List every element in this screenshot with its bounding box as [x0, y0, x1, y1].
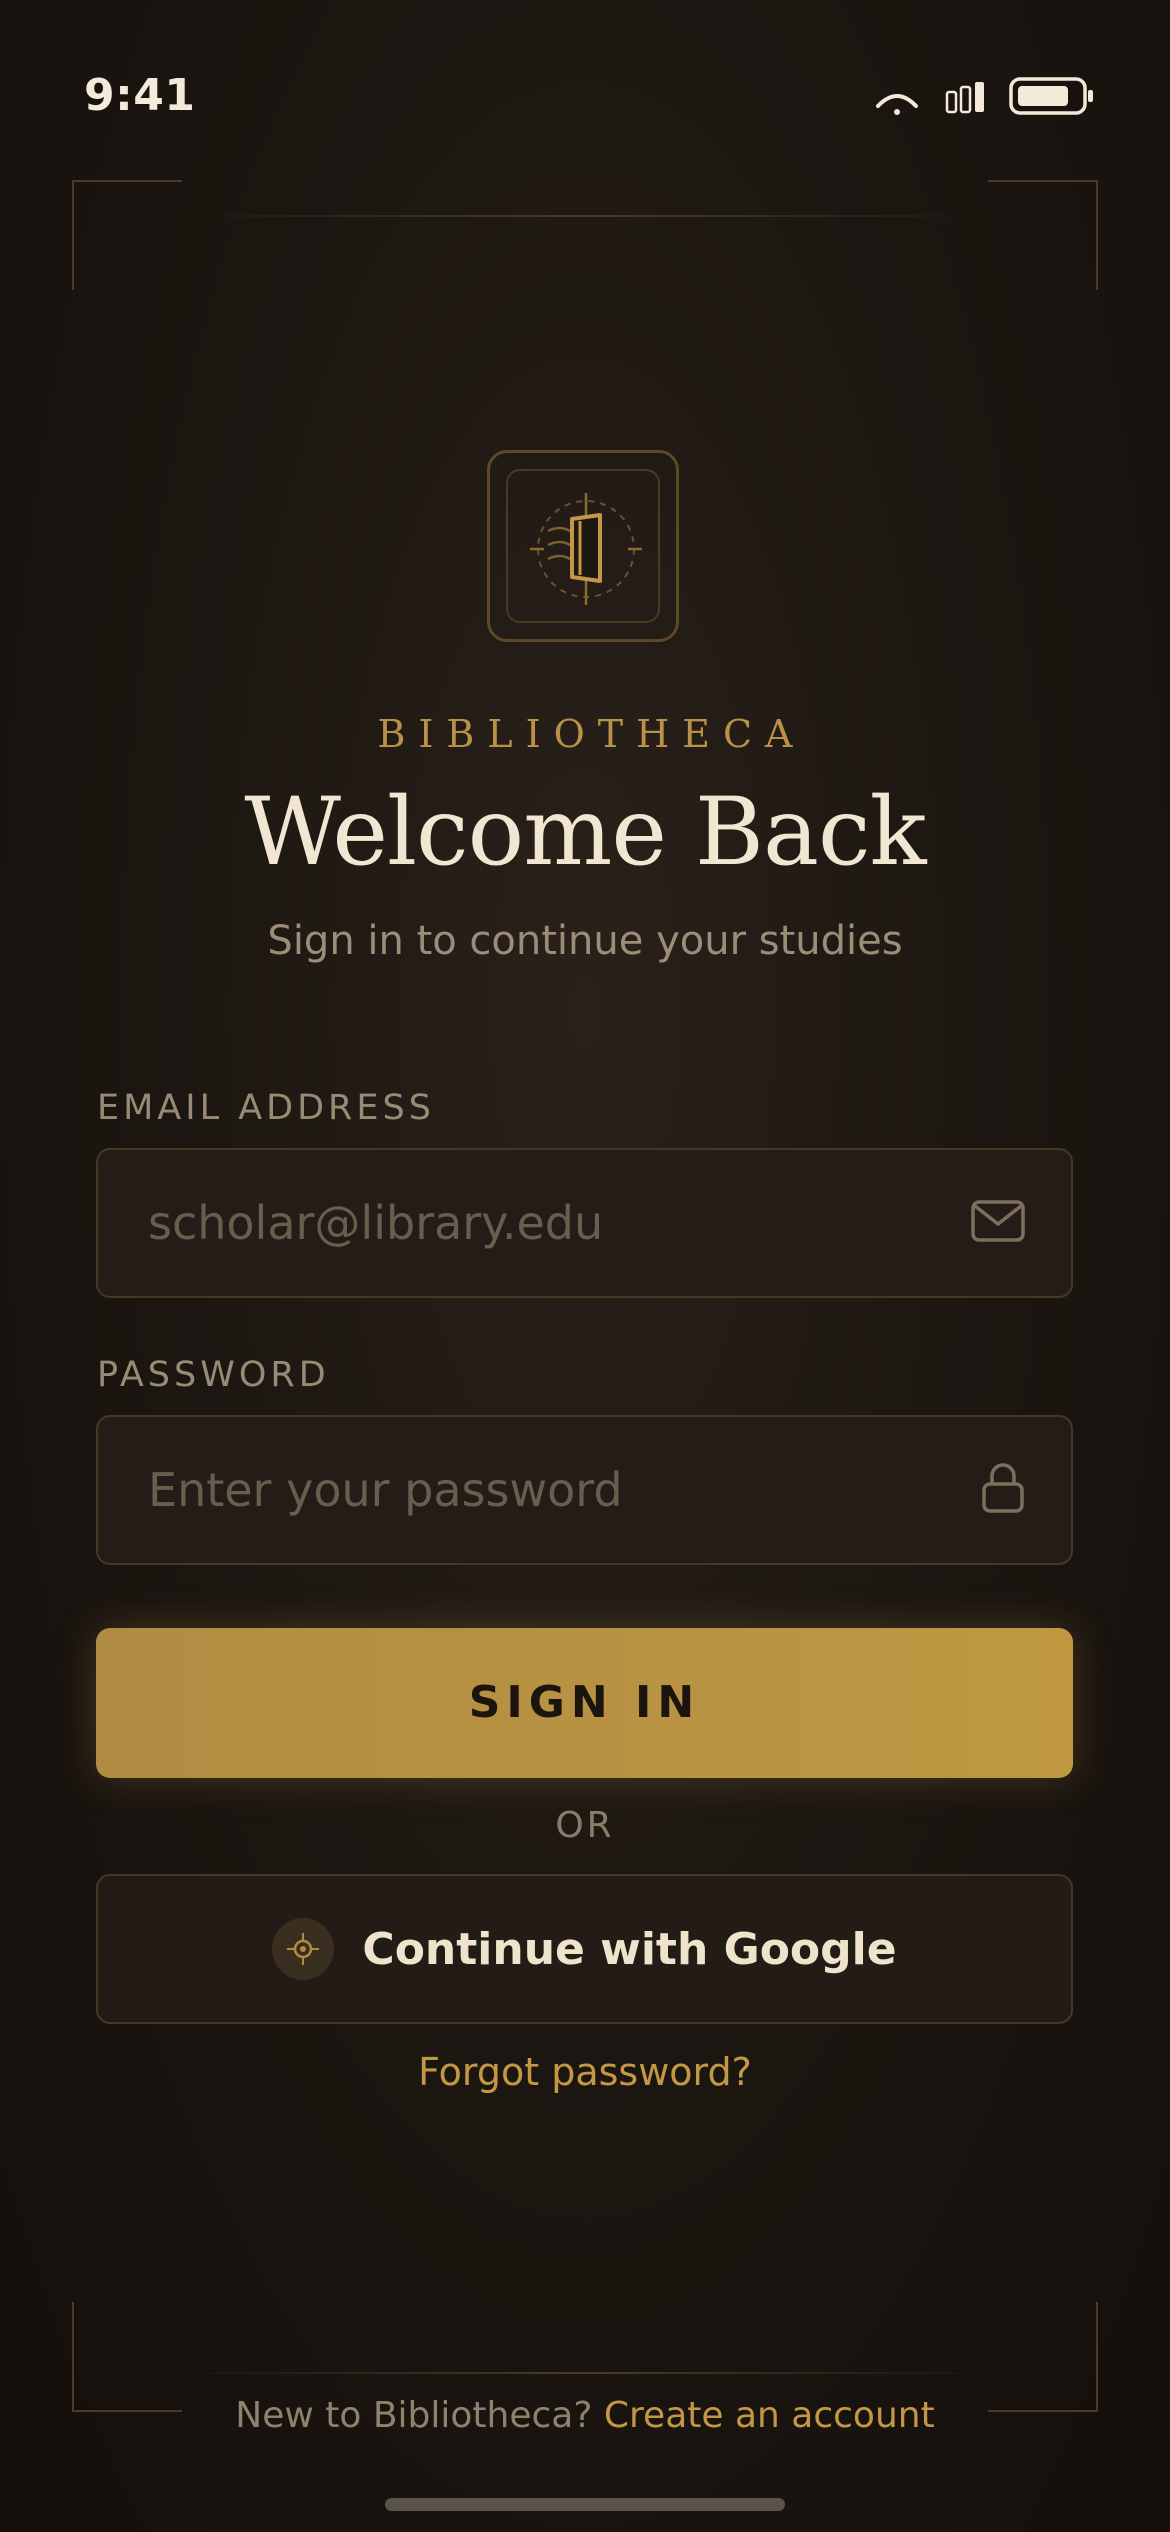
- top-divider: [180, 215, 990, 217]
- status-time: 9:41: [84, 70, 196, 121]
- wifi-icon: [876, 94, 918, 115]
- password-label: PASSWORD: [97, 1355, 330, 1395]
- email-input[interactable]: [148, 1150, 948, 1296]
- frame-corner-top-left: [72, 180, 182, 290]
- footer: New to Bibliotheca? Create an account: [0, 2395, 1170, 2436]
- book-emblem-icon: [530, 493, 642, 605]
- password-field-container[interactable]: [96, 1415, 1073, 1565]
- signal-icon: [945, 82, 984, 114]
- email-field-container[interactable]: [96, 1148, 1073, 1298]
- forgot-password-link[interactable]: Forgot password?: [0, 2050, 1170, 2094]
- or-divider: OR: [555, 1805, 615, 1846]
- bottom-divider: [180, 2372, 990, 2374]
- page-subtitle: Sign in to continue your studies: [267, 918, 903, 964]
- google-compass-icon: [272, 1918, 335, 1980]
- brand-name: BIBLIOTHECA: [377, 712, 806, 756]
- google-sign-in-button[interactable]: Continue with Google: [96, 1874, 1073, 2024]
- sign-in-button[interactable]: SIGN IN: [96, 1628, 1073, 1778]
- google-button-label: Continue with Google: [362, 1923, 897, 1975]
- mail-icon: [971, 1200, 1025, 1246]
- battery-icon: [1009, 77, 1093, 115]
- footer-prompt: New to Bibliotheca?: [235, 2395, 593, 2436]
- create-account-link[interactable]: Create an account: [604, 2395, 935, 2436]
- lock-icon: [981, 1462, 1025, 1518]
- app-logo: [487, 450, 679, 642]
- password-input[interactable]: [148, 1417, 948, 1563]
- home-indicator[interactable]: [385, 2498, 785, 2511]
- status-icons: [875, 72, 1095, 122]
- page-title: Welcome Back: [244, 778, 926, 887]
- logo-frame: [506, 469, 660, 623]
- email-label: EMAIL ADDRESS: [97, 1088, 435, 1128]
- frame-corner-top-right: [988, 180, 1098, 290]
